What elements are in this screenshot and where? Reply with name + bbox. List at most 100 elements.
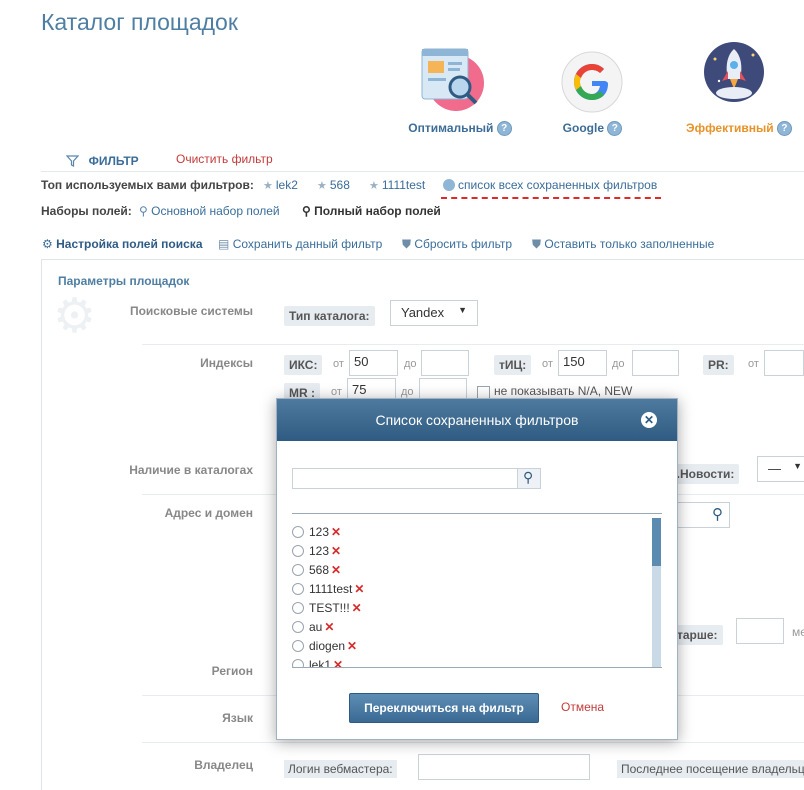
filter-search-button[interactable]: ⚲ [517,468,541,489]
page-title: Каталог площадок [41,9,238,35]
top-filters-label: Топ используемых вами фильтров: [41,178,254,192]
filter-bar [41,149,804,172]
list-item[interactable]: au ✕ [292,617,647,636]
reset-filter-button[interactable]: ⛊ Сбросить фильтр [402,237,512,252]
dialog-header: Список сохраненных фильтров ✕ [277,399,677,441]
params-title: Параметры площадок [58,274,190,288]
iks-from-input[interactable]: 50 [349,350,398,376]
radio-button[interactable] [292,563,304,576]
search-icon: ⚲ [523,469,534,485]
list-item[interactable]: diogen ✕ [292,636,647,655]
tic-to-input[interactable] [632,350,679,376]
only-filled-button[interactable]: ⛊ Оставить только заполненные [532,237,714,252]
delete-icon[interactable]: ✕ [331,525,341,539]
full-field-set-link[interactable]: ⚲ Полный набор полей [302,204,441,218]
search-icon: ⚲ [139,204,148,218]
optimal-mode-icon[interactable] [420,45,486,111]
search-icon: ⚲ [712,506,723,523]
close-icon[interactable]: ✕ [641,412,657,428]
radio-button[interactable] [292,620,304,633]
catalog-type-label: Тип каталога: [284,306,375,326]
delete-icon[interactable]: ✕ [324,620,334,634]
all-saved-filters-link[interactable]: список всех сохраненных фильтров [443,178,657,192]
filter-clear-icon: ⛊ [532,237,542,251]
mode-optimal[interactable]: Оптимальный ? [405,121,515,137]
basic-field-set-link[interactable]: ⚲ Основной набор полей [139,204,280,218]
help-icon[interactable]: ? [607,121,623,137]
save-filter-button[interactable]: ▤ Сохранить данный фильтр [218,237,382,251]
top-filter-item[interactable]: ★ 1111test [369,178,425,192]
saved-filters-dialog: Список сохраненных фильтров ✕ ⚲ 123 ✕ 123… [276,398,678,740]
list-item[interactable]: 123 ✕ [292,541,647,560]
filter-search-input[interactable] [292,468,518,489]
help-icon[interactable]: ? [776,121,792,137]
gears-icon: ⚙ [53,290,97,343]
radio-button[interactable] [292,525,304,538]
tic-label: тИЦ: [494,355,532,375]
iks-to-input[interactable] [421,350,469,376]
top-filter-item[interactable]: ★ lek2 [263,178,298,192]
list-item[interactable]: 568 ✕ [292,560,647,579]
delete-icon[interactable]: ✕ [331,544,341,558]
mode-effective-label: Эффективный [686,121,774,135]
dialog-title: Список сохраненных фильтров [375,412,579,428]
star-icon: ★ [369,180,379,192]
radio-button[interactable] [292,544,304,557]
news-label: с.Новости: [668,464,740,484]
login-input[interactable] [418,754,590,780]
radio-button[interactable] [292,639,304,652]
cancel-link[interactable]: Отмена [561,700,604,714]
mr-from-label: от [331,386,342,398]
address-search-button[interactable]: ⚲ [672,502,730,528]
settings-button[interactable]: ⚙ Настройка полей поиска [42,237,203,251]
region-label: Регион [211,664,253,678]
gear-icon: ⚙ [42,237,53,251]
delete-icon[interactable]: ✕ [352,601,362,615]
last-visit-label: Последнее посещение владельца [617,760,804,778]
delete-icon[interactable]: ✕ [347,639,357,653]
pr-from-input[interactable] [764,350,804,376]
funnel-icon [65,155,80,170]
iks-label: ИКС: [284,355,323,375]
list-item[interactable]: TEST!!! ✕ [292,598,647,617]
effective-mode-icon[interactable] [703,41,765,105]
news-select[interactable]: — ▼ [757,456,804,482]
top-filter-item[interactable]: ★ 568 [317,178,350,192]
field-sets-label: Наборы полей: [41,204,132,218]
iks-from-label: от [333,358,344,370]
list-item[interactable]: 123 ✕ [292,522,647,541]
mode-google[interactable]: Google ? [550,121,635,137]
delete-icon[interactable]: ✕ [354,582,364,596]
catalog-type-select[interactable]: Yandex ▼ [390,300,478,326]
address-label: Адрес и домен [164,506,253,520]
clear-filter-link[interactable]: Очистить фильтр [176,152,273,166]
scrollbar-thumb[interactable] [652,518,661,566]
radio-button[interactable] [292,601,304,614]
row-divider [142,742,804,743]
pr-label: PR: [703,355,734,375]
hide-na-label: не показывать N/A, NEW [494,384,633,398]
star-icon: ★ [263,180,273,192]
google-mode-icon[interactable] [561,51,623,113]
tic-from-input[interactable]: 150 [558,350,607,376]
older-input[interactable] [736,618,784,644]
login-label: Логин вебмастера: [284,760,397,778]
dropdown-arrow-icon: ▼ [458,305,467,315]
list-item[interactable]: 1111test ✕ [292,579,647,598]
star-icon: ★ [317,180,327,192]
indexes-label: Индексы [200,356,253,370]
mode-google-label: Google [562,121,604,135]
switch-filter-button[interactable]: Переключиться на фильтр [349,693,539,723]
tic-from-label: от [542,358,553,370]
help-icon[interactable]: ? [496,121,512,137]
search-icon: ⚲ [302,204,311,218]
mode-effective[interactable]: Эффективный ? [680,121,798,137]
filter-label: ФИЛЬТР [88,154,139,168]
radio-button[interactable] [292,582,304,595]
mr-to-label: до [401,386,414,398]
list-scrollbar[interactable] [652,518,661,668]
delete-icon[interactable]: ✕ [331,563,341,577]
download-icon [443,179,455,191]
filter-toggle[interactable]: ФИЛЬТР [65,153,139,170]
mode-optimal-label: Оптимальный [408,121,494,135]
